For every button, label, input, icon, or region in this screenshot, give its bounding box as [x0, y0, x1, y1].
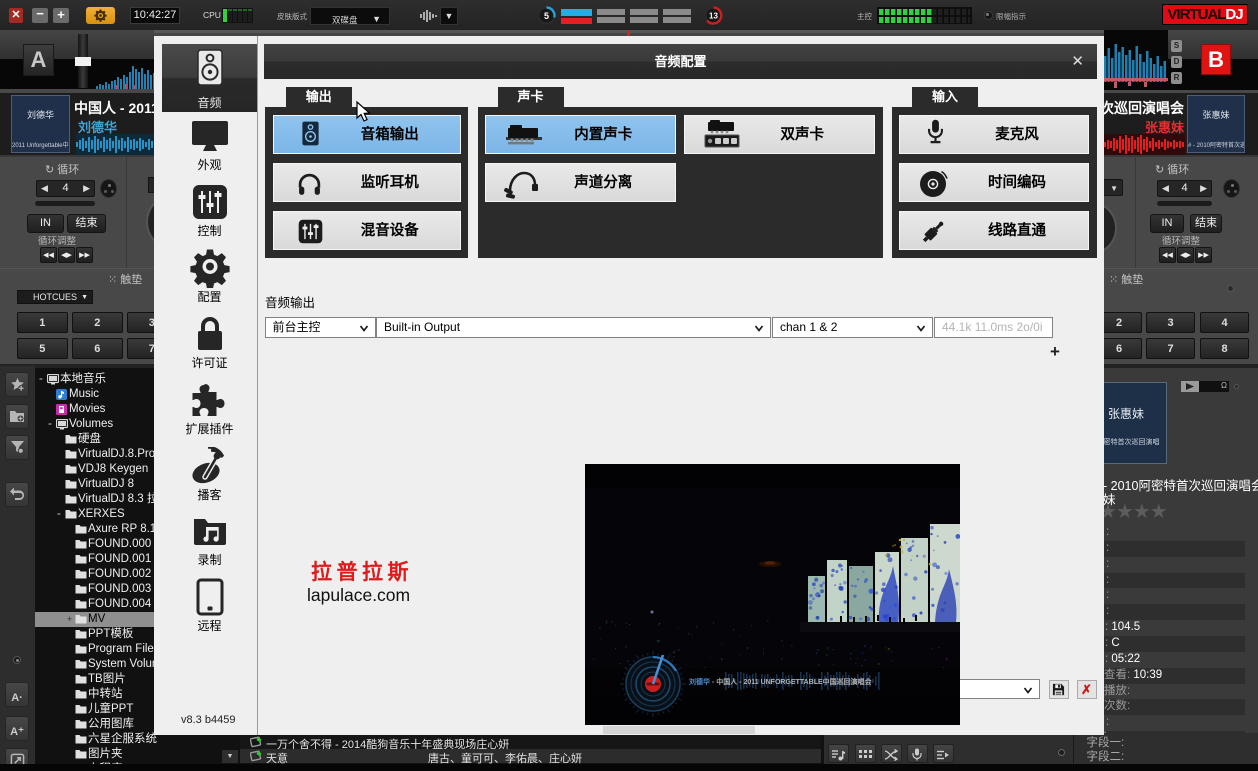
- svg-text:刘德华 - 中国人 - 2011 UNFORGETTABLE: 刘德华 - 中国人 - 2011 UNFORGETTABLE中国巡回演唱会: [689, 677, 873, 686]
- svg-text:13: 13: [709, 12, 718, 21]
- svg-text:5: 5: [544, 11, 549, 21]
